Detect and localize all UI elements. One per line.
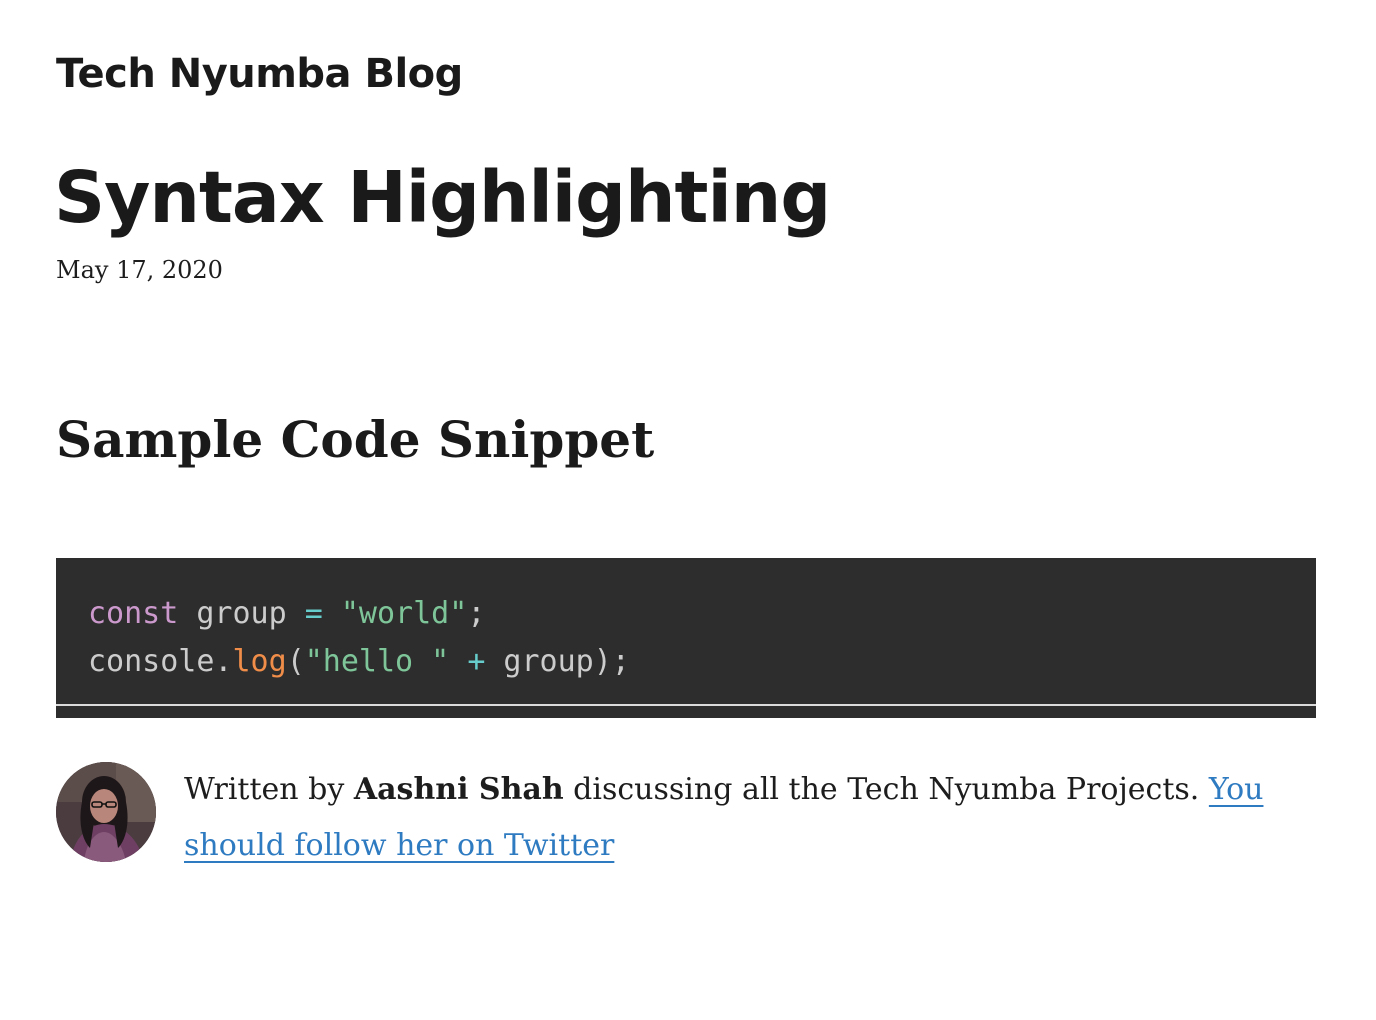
author-bio: Written by Aashni Shah discussing all th… [56,762,1316,874]
code-string: "world" [340,596,468,631]
author-avatar [56,762,156,862]
code-function: log [232,644,287,679]
code-punctuation: ; [467,596,486,631]
code-object: console. [88,644,233,679]
code-punctuation: ( [286,644,305,679]
code-string: "hello " [304,644,450,679]
bio-text: Written by Aashni Shah discussing all th… [184,762,1294,874]
author-name: Aashni Shah [353,772,564,807]
site-title-link[interactable]: Tech Nyumba Blog [56,46,463,102]
code-keyword: const [88,596,179,631]
section-heading: Sample Code Snippet [56,410,655,469]
post-title: Syntax Highlighting [54,156,831,239]
post-date: May 17, 2020 [56,256,223,284]
code-line-2: console.log("hello " + group); [88,638,1284,686]
code-block: const group = "world"; console.log("hello… [56,558,1316,718]
avatar-photo-icon [56,762,156,862]
bio-middle: discussing all the Tech Nyumba Projects. [563,772,1209,807]
code-identifier: group [178,596,305,631]
code-operator: + [467,644,486,679]
code-line-1: const group = "world"; [88,590,1284,638]
code-operator: = [304,596,323,631]
code-content: const group = "world"; console.log("hello… [88,590,1284,686]
bio-prefix: Written by [184,772,354,807]
content-divider [56,704,1316,706]
code-rest: group); [485,644,630,679]
